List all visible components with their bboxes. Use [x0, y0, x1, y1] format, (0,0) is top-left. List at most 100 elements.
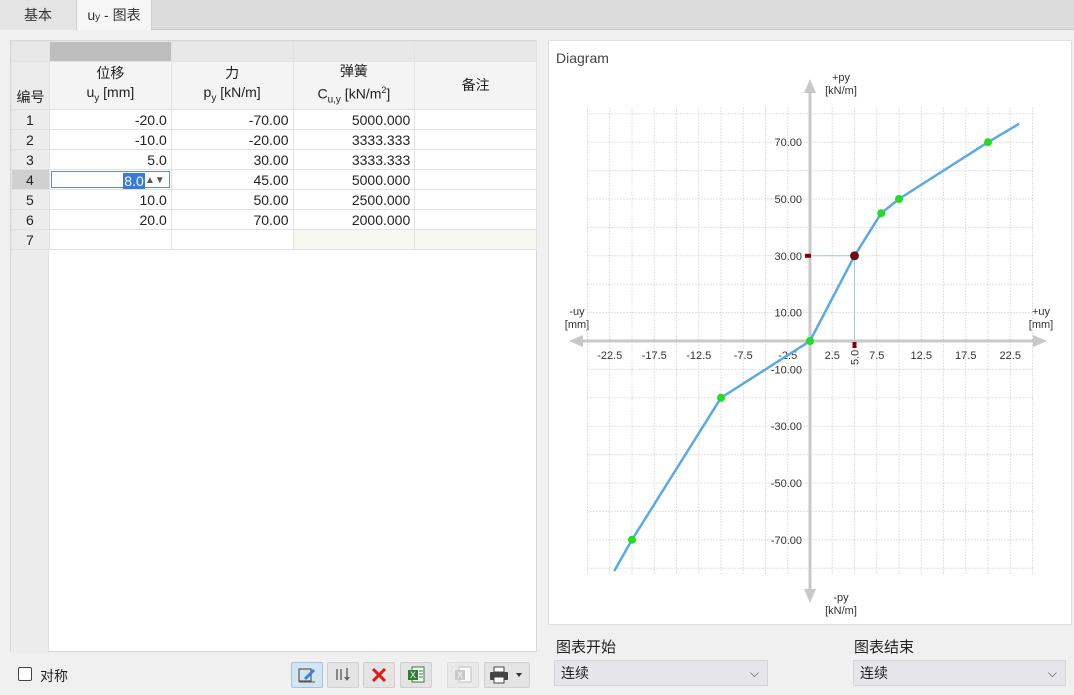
- cell-c[interactable]: 5000.000: [292, 169, 416, 191]
- header-displacement-unit: uy [mm]: [86, 83, 135, 104]
- table-row-selected[interactable]: 4 8.0 ▲▼ 45.00 5000.000: [11, 169, 537, 191]
- cell-u[interactable]: -10.0: [49, 129, 172, 151]
- excel-import-button[interactable]: X: [447, 662, 479, 688]
- row-id[interactable]: 1: [11, 109, 50, 131]
- cell-u[interactable]: -20.0: [49, 109, 172, 131]
- right-panel: Diagram +py [kN/m] -py [kN/m] -uy [mm] +uy[…: [548, 40, 1072, 695]
- x-tick-label: 17.5: [955, 350, 976, 362]
- y-tick-label: 10.00: [774, 308, 802, 320]
- column-selector-strip: [11, 41, 537, 62]
- y-tick-label: -50.00: [771, 478, 802, 490]
- cell-p[interactable]: -70.00: [170, 109, 294, 131]
- edit-button[interactable]: [291, 662, 323, 688]
- cell-u[interactable]: 10.0: [49, 189, 172, 211]
- tab-bar: 基本 uy - 图表: [0, 0, 1074, 30]
- y-tick-label: 70.00: [774, 137, 802, 149]
- cell-p[interactable]: -20.00: [170, 129, 294, 151]
- x-tick-label: 7.5: [869, 350, 884, 362]
- x-tick-label: 22.5: [1000, 350, 1021, 362]
- y-axis-arrow-top: [804, 79, 816, 93]
- spin-editor-value[interactable]: 8.0: [123, 173, 145, 190]
- col-selector-u[interactable]: [49, 41, 172, 62]
- row-header-fill: [11, 235, 49, 653]
- print-button[interactable]: [484, 662, 530, 688]
- cell-c[interactable]: 3333.333: [292, 149, 416, 171]
- row-id[interactable]: 2: [11, 129, 50, 151]
- table-row[interactable]: 7: [11, 229, 537, 251]
- data-grid[interactable]: 编号 位移 uy [mm] 力 py [kN/m] 弹簧 Cu,y [kN/m2…: [10, 40, 537, 653]
- table-row[interactable]: 5 10.0 50.00 2500.000: [11, 189, 537, 211]
- x-tick-label: -7.5: [734, 350, 753, 362]
- id-header: 编号: [11, 60, 50, 111]
- excel-export-button[interactable]: X: [400, 662, 432, 688]
- data-table: 编号 位移 uy [mm] 力 py [kN/m] 弹簧 Cu,y [kN/m2…: [11, 41, 537, 251]
- header-force: 力 py [kN/m]: [170, 60, 294, 111]
- header-force-name: 力: [225, 64, 240, 81]
- symmetric-checkbox[interactable]: [18, 667, 32, 681]
- col-selector-p[interactable]: [170, 41, 294, 62]
- row-id[interactable]: 6: [11, 209, 50, 231]
- cell-p[interactable]: 50.00: [170, 189, 294, 211]
- row-id[interactable]: 5: [11, 189, 50, 211]
- tab-basic[interactable]: 基本: [0, 0, 76, 30]
- diagram-chart[interactable]: -22.5 -17.5 -12.5 -7.5 -2.5 2.5 7.5 12.5 17.5 22.…: [549, 41, 1071, 624]
- cell-p[interactable]: 30.00: [170, 149, 294, 171]
- cell-note[interactable]: [414, 229, 537, 251]
- cell-u-editing[interactable]: 8.0 ▲▼: [49, 169, 172, 191]
- table-row[interactable]: 1 -20.0 -70.00 5000.000: [11, 109, 537, 131]
- y-tick-label: 30.00: [774, 251, 802, 263]
- tab-uy-diagram[interactable]: uy - 图表: [76, 0, 152, 30]
- cell-c[interactable]: 3333.333: [292, 129, 416, 151]
- sort-button[interactable]: [327, 662, 359, 688]
- chevron-down-icon: ⌵: [1047, 666, 1057, 680]
- data-point: [984, 138, 992, 147]
- cell-note[interactable]: [414, 189, 537, 211]
- y-tick-label: -70.00: [771, 535, 802, 547]
- table-row[interactable]: 6 20.0 70.00 2000.000: [11, 209, 537, 231]
- diagram-start-value: 连续: [561, 665, 589, 681]
- header-displacement-name: 位移: [96, 64, 125, 81]
- cell-u[interactable]: 20.0: [49, 209, 172, 231]
- row-id[interactable]: 3: [11, 149, 50, 171]
- cell-p[interactable]: 70.00: [170, 209, 294, 231]
- delete-button[interactable]: [363, 662, 395, 688]
- cell-c[interactable]: 2500.000: [292, 189, 416, 211]
- cell-note[interactable]: [414, 129, 537, 151]
- spin-editor[interactable]: 8.0 ▲▼: [51, 171, 170, 190]
- y-tick-label: -30.00: [771, 421, 802, 433]
- cell-p[interactable]: [170, 229, 294, 251]
- chevron-down-icon: ⌵: [749, 666, 759, 680]
- corner-cell[interactable]: [11, 41, 50, 62]
- diagram-panel: Diagram +py [kN/m] -py [kN/m] -uy [mm] +uy[…: [548, 40, 1072, 625]
- table-row[interactable]: 3 5.0 30.00 3333.333: [11, 149, 537, 171]
- selected-x-label: 5.0: [850, 350, 862, 365]
- table-row[interactable]: 2 -10.0 -20.00 3333.333: [11, 129, 537, 151]
- header-note: 备注: [414, 60, 537, 111]
- header-row: 编号 位移 uy [mm] 力 py [kN/m] 弹簧 Cu,y [kN/m2…: [11, 60, 537, 111]
- row-id[interactable]: 4: [11, 169, 50, 191]
- y-tick-label: -10.00: [771, 364, 802, 376]
- header-spring-unit: Cu,y [kN/m2]: [317, 85, 391, 106]
- cell-note[interactable]: [414, 209, 537, 231]
- cell-u[interactable]: [49, 229, 172, 251]
- cell-note[interactable]: [414, 109, 537, 131]
- diagram-end-select[interactable]: 连续 ⌵: [853, 660, 1066, 686]
- cell-c[interactable]: 2000.000: [292, 209, 416, 231]
- cell-c[interactable]: [292, 229, 416, 251]
- cell-note[interactable]: [414, 169, 537, 191]
- diagram-start-select[interactable]: 连续 ⌵: [554, 660, 768, 686]
- x-axis-arrow-right: [1033, 335, 1047, 347]
- cell-u[interactable]: 5.0: [49, 149, 172, 171]
- spinner-icon[interactable]: ▲▼: [145, 173, 165, 189]
- col-selector-note[interactable]: [414, 41, 537, 62]
- cell-p[interactable]: 45.00: [170, 169, 294, 191]
- cell-c[interactable]: 5000.000: [292, 109, 416, 131]
- diagram-end-label: 图表结束: [854, 639, 915, 656]
- row-id[interactable]: 7: [11, 229, 50, 251]
- data-point: [877, 209, 886, 218]
- svg-text:X: X: [410, 670, 416, 680]
- selected-marker-y: [805, 253, 811, 258]
- tab-uy-rest: - 图表: [100, 7, 141, 23]
- col-selector-c[interactable]: [292, 41, 416, 62]
- cell-note[interactable]: [414, 149, 537, 171]
